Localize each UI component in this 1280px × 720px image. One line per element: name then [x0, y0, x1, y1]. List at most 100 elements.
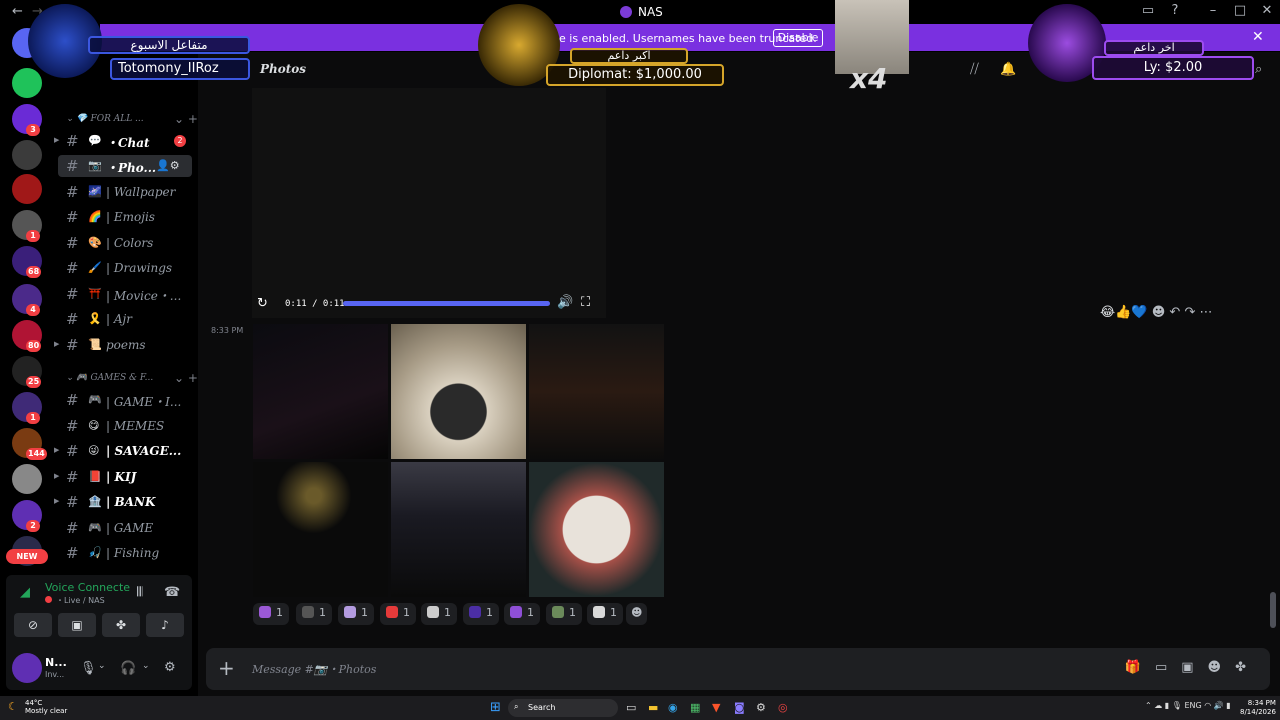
username[interactable]: N...	[45, 656, 67, 669]
task-view-icon[interactable]: ▭	[626, 701, 636, 714]
replay-icon[interactable]: ↻	[257, 296, 268, 311]
screen-share-button[interactable]: ▣	[58, 613, 96, 637]
more-icon[interactable]: ⋯	[1200, 305, 1213, 320]
photo-attachment[interactable]	[391, 324, 526, 459]
bell-icon[interactable]: 🔔	[1000, 62, 1016, 77]
reaction-thumbs-icon[interactable]: 👍	[1115, 305, 1131, 320]
channel-item[interactable]: ▶ # 📕 | KIJ	[54, 466, 192, 488]
expand-arrow-icon[interactable]: ▶	[54, 136, 59, 144]
edge-icon[interactable]: ◉	[668, 701, 678, 714]
channel-item[interactable]: ▶ # 🏦 | BANK	[54, 491, 192, 513]
channel-item[interactable]: # 🌈 | Emojis	[58, 206, 192, 228]
start-icon[interactable]: ⊞	[490, 700, 501, 715]
photo-attachment[interactable]	[529, 462, 664, 597]
noise-suppression-icon[interactable]: 𝄃𝄃	[137, 585, 143, 600]
weather-widget[interactable]: 44°C Mostly clear	[25, 699, 67, 715]
volume-icon[interactable]: 🔊	[557, 295, 573, 310]
activities-button[interactable]: ✤	[102, 613, 140, 637]
reply-icon[interactable]: ↶	[1169, 305, 1180, 320]
maximize-icon[interactable]: □	[1232, 3, 1248, 18]
composer-icons[interactable]: 🎁▭▣☻✤	[1125, 660, 1260, 675]
photo-attachment[interactable]	[253, 324, 388, 459]
category-games[interactable]: ⌄ 🎮 GAMES & F... ⌄ +	[66, 371, 198, 385]
headphones-icon[interactable]: 🎧	[120, 661, 136, 676]
video-player[interactable]	[252, 88, 606, 318]
channel-settings-icon[interactable]: 👤⚙	[156, 159, 180, 172]
channel-item[interactable]: ▶ # 💬 ・Chat 2	[54, 130, 192, 152]
photo-attachment[interactable]	[529, 324, 664, 459]
server-icon[interactable]	[12, 140, 42, 170]
help-icon[interactable]: ?	[1167, 3, 1183, 18]
minimize-icon[interactable]: –	[1205, 3, 1221, 18]
channel-item[interactable]: # 🎗️ | Ajr	[58, 308, 192, 330]
server-icon[interactable]	[12, 68, 42, 98]
fullscreen-icon[interactable]: ⛶	[581, 295, 590, 310]
reaction-chip[interactable]: 1	[296, 603, 332, 625]
close-banner-icon[interactable]: ✕	[1252, 29, 1264, 45]
expand-arrow-icon[interactable]: ▶	[54, 472, 59, 480]
avatar[interactable]	[12, 653, 42, 683]
microphone-icon[interactable]: 🎙	[80, 661, 97, 676]
reaction-chip[interactable]: 1	[421, 603, 457, 625]
discord-taskbar-icon[interactable]: ◙	[734, 701, 745, 714]
file-explorer-icon[interactable]: ▬	[648, 701, 658, 714]
inbox-icon[interactable]: ▭	[1140, 3, 1156, 18]
brave-icon[interactable]: ▼	[712, 701, 720, 714]
chevron-down-icon[interactable]: ⌄	[98, 661, 106, 671]
close-window-icon[interactable]: ✕	[1259, 3, 1275, 18]
reaction-chip[interactable]: 1	[463, 603, 499, 625]
channel-item[interactable]: # 🌌 | Wallpaper	[58, 181, 192, 203]
chevron-down-icon[interactable]: ⌄	[142, 661, 150, 671]
threads-icon[interactable]: ⧸⧸	[970, 62, 979, 77]
channel-item[interactable]: # 🎮 | GAME・I...	[58, 389, 192, 411]
clock[interactable]: 8:34 PM 8/14/2026	[1240, 699, 1276, 717]
channel-item[interactable]: # ⛩️ | Movice・...	[58, 283, 192, 305]
reaction-chip[interactable]: 1	[253, 603, 289, 625]
voice-channel[interactable]: ・Live / NAS	[45, 595, 105, 606]
taskbar-search[interactable]: ⌕ Search	[508, 699, 618, 717]
message-input[interactable]: Message #📷・Photos	[252, 661, 376, 677]
server-icon[interactable]	[12, 464, 42, 494]
back-icon[interactable]: ←	[12, 4, 23, 19]
add-channel-icon[interactable]: ⌄ +	[174, 371, 198, 385]
attach-plus-icon[interactable]: +	[218, 656, 235, 680]
channel-item[interactable]: # 🎣 | Fishing	[58, 542, 192, 564]
reaction-heart-icon[interactable]: 💙	[1131, 305, 1147, 320]
channel-item[interactable]: # 🖌️ | Drawings	[58, 257, 192, 279]
reaction-chip[interactable]: 1	[380, 603, 416, 625]
message-composer[interactable]: + Message #📷・Photos 🎁▭▣☻✤	[206, 648, 1270, 690]
signal-icon[interactable]: ◢	[20, 585, 30, 600]
reaction-chip[interactable]: 1	[587, 603, 623, 625]
video-progress[interactable]	[343, 301, 550, 306]
voice-status[interactable]: Voice Connecte	[45, 581, 130, 594]
channel-item[interactable]: ▶ # 📜 poems	[54, 334, 192, 356]
add-reaction-icon[interactable]: ☻	[1152, 305, 1166, 320]
scrollbar[interactable]	[1270, 592, 1276, 628]
expand-arrow-icon[interactable]: ▶	[54, 340, 59, 348]
store-icon[interactable]: ▦	[690, 701, 700, 714]
reaction-chip[interactable]: 1	[338, 603, 374, 625]
add-reaction-button[interactable]: ☻	[626, 603, 648, 625]
category-for-all[interactable]: ⌄ 💎 FOR ALL ... ⌄ +	[66, 112, 198, 126]
reaction-chip[interactable]: 1	[546, 603, 582, 625]
server-icon[interactable]	[12, 174, 42, 204]
reaction-laugh-icon[interactable]: 😂	[1100, 305, 1115, 320]
disconnect-icon[interactable]: ☎	[164, 585, 180, 600]
channel-item[interactable]: # 📷 ・Pho... 👤⚙	[58, 155, 192, 177]
camera-off-button[interactable]: ⊘	[14, 613, 52, 637]
expand-arrow-icon[interactable]: ▶	[54, 446, 59, 454]
channel-item[interactable]: # 😋 | MEMES	[58, 415, 192, 437]
search-icon[interactable]: ⌕	[1255, 62, 1262, 77]
system-tray[interactable]: ⌃ ☁ ▮ 🎙 ENG ◠ 🔊 ▮	[1145, 701, 1231, 710]
channel-item[interactable]: # 🎮 | GAME	[58, 517, 192, 539]
disable-button[interactable]: Disable	[773, 29, 823, 47]
add-channel-icon[interactable]: ⌄ +	[174, 112, 198, 126]
reaction-chip[interactable]: 1	[504, 603, 540, 625]
app-icon[interactable]: ◎	[778, 701, 788, 714]
photo-attachment[interactable]	[391, 462, 526, 597]
expand-arrow-icon[interactable]: ▶	[54, 497, 59, 505]
gear-icon[interactable]: ⚙	[164, 660, 176, 675]
forward-icon[interactable]: ↷	[1184, 305, 1195, 320]
photo-attachment[interactable]	[253, 462, 388, 597]
settings-icon[interactable]: ⚙	[756, 701, 766, 714]
